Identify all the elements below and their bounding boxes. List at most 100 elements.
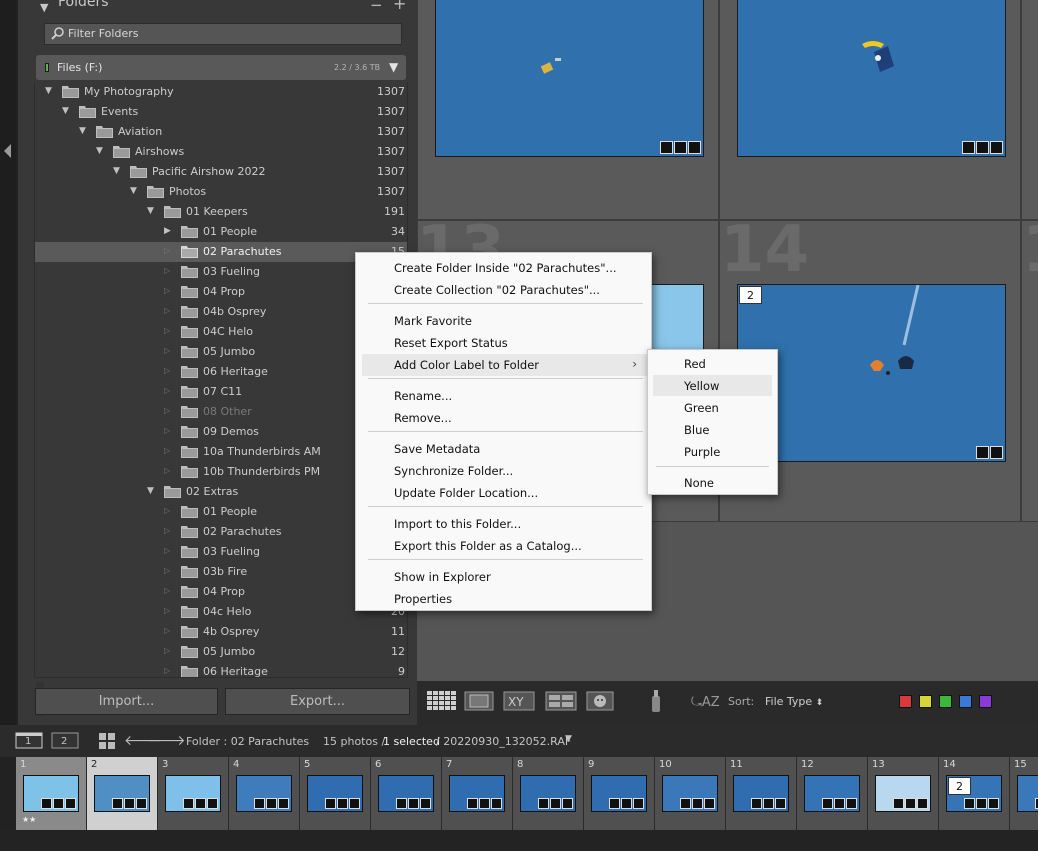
grid-view-icon[interactable]	[427, 691, 457, 711]
disclosure-triangle-icon[interactable]: ▼	[147, 486, 154, 496]
disclosure-triangle-icon[interactable]: ▼	[96, 146, 103, 156]
disclosure-triangle-icon[interactable]: ▷	[164, 286, 170, 295]
folder-row[interactable]: ▶ 01 People 34	[35, 222, 407, 242]
disclosure-triangle-icon[interactable]: ▷	[164, 506, 170, 515]
create-collection-item[interactable]: Create Collection "02 Parachutes"...	[362, 279, 647, 301]
filmstrip-thumbnail[interactable]: 3	[158, 757, 229, 830]
color-filter-purple[interactable]	[979, 695, 992, 708]
folder-row[interactable]: ▷ 02 Parachutes	[35, 522, 407, 542]
survey-view-icon[interactable]	[545, 691, 577, 711]
disclosure-triangle-icon[interactable]: ▷	[164, 446, 170, 455]
folder-row[interactable]: ▷ 08 Other	[35, 402, 407, 422]
filmstrip-thumbnail[interactable]: 15	[1010, 757, 1038, 830]
remove-item[interactable]: Remove...	[362, 407, 647, 429]
synchronize-folder-item[interactable]: Synchronize Folder...	[362, 460, 647, 482]
folder-row[interactable]: ▼ Photos 1307	[35, 182, 407, 202]
export-as-catalog-item[interactable]: Export this Folder as a Catalog...	[362, 535, 647, 557]
folder-row[interactable]: ▷ 07 C11	[35, 382, 407, 402]
disclosure-triangle-icon[interactable]: ▼	[147, 206, 154, 216]
show-in-explorer-item[interactable]: Show in Explorer	[362, 566, 647, 588]
grid-cell[interactable]	[1021, 0, 1038, 220]
filmstrip-thumbnail[interactable]: 13	[868, 757, 939, 830]
remove-folder-button[interactable]: −	[370, 0, 383, 14]
disclosure-triangle-icon[interactable]: ▷	[164, 626, 170, 635]
folder-row[interactable]: ▼ Aviation 1307	[35, 122, 407, 142]
filmstrip-thumbnail[interactable]: 7	[442, 757, 513, 830]
folder-row[interactable]: ▷ 09 Demos	[35, 422, 407, 442]
sort-direction-icon[interactable]: ⤿AZ	[689, 689, 721, 713]
mark-favorite-item[interactable]: Mark Favorite	[362, 310, 647, 332]
color-label-yellow-item[interactable]: Yellow	[653, 375, 772, 396]
disclosure-triangle-icon[interactable]: ▼	[45, 86, 52, 96]
folder-row[interactable]: ▷ 03b Fire	[35, 562, 407, 582]
filter-folders-input[interactable]: Filter Folders	[44, 23, 402, 45]
folder-row[interactable]: ▷ 06 Heritage	[35, 362, 407, 382]
filmstrip-thumbnail[interactable]: 4	[229, 757, 300, 830]
disclosure-triangle-icon[interactable]: ▷	[164, 306, 170, 315]
folder-row[interactable]: ▷ 04c Helo 20	[35, 602, 407, 622]
disclosure-triangle-icon[interactable]: ▼	[79, 126, 86, 136]
disclosure-triangle-icon[interactable]: ▷	[164, 606, 170, 615]
disclosure-triangle-icon[interactable]: ▷	[164, 346, 170, 355]
people-view-icon[interactable]	[586, 691, 614, 711]
disclosure-triangle-icon[interactable]: ▷	[164, 546, 170, 555]
disclosure-triangle-icon[interactable]: ▷	[164, 266, 170, 275]
disclosure-triangle-icon[interactable]: ▷	[164, 366, 170, 375]
left-panel-edge[interactable]	[0, 0, 16, 725]
color-label-blue-item[interactable]: Blue	[653, 419, 772, 440]
disclosure-triangle-icon[interactable]: ▷	[164, 586, 170, 595]
disclosure-triangle-icon[interactable]: ▷	[164, 246, 170, 255]
properties-item[interactable]: Properties	[362, 588, 647, 610]
folder-row[interactable]: ▼ My Photography 1307	[35, 82, 407, 102]
filmstrip-thumbnail[interactable]: 2	[87, 757, 158, 830]
disclosure-triangle-icon[interactable]: ▷	[164, 466, 170, 475]
stack-count-badge[interactable]: 2	[948, 777, 971, 795]
folder-row[interactable]: ▷ 03 Fueling	[35, 542, 407, 562]
folder-row[interactable]: ▷ 05 Jumbo 12	[35, 642, 407, 662]
create-folder-inside-item[interactable]: Create Folder Inside "02 Parachutes"...	[362, 257, 647, 279]
folder-row[interactable]: ▷ 04C Helo	[35, 322, 407, 342]
volume-header[interactable]: Files (F:) 2.2 / 3.6 TB ▼	[36, 55, 406, 80]
folder-row[interactable]: ▼ 01 Keepers 191	[35, 202, 407, 222]
color-label-red-item[interactable]: Red	[653, 353, 772, 374]
folder-row[interactable]: ▷ 04b Osprey	[35, 302, 407, 322]
folder-row[interactable]: ▼ Events 1307	[35, 102, 407, 122]
compare-view-icon[interactable]: XY	[503, 691, 535, 711]
filmstrip-thumbnail[interactable]: 11	[726, 757, 797, 830]
save-metadata-item[interactable]: Save Metadata	[362, 438, 647, 460]
folder-row[interactable]: ▷ 04 Prop	[35, 582, 407, 602]
disclosure-triangle-icon[interactable]: ▼	[113, 166, 120, 176]
import-button[interactable]: Import...	[35, 688, 218, 715]
add-folder-button[interactable]: +	[393, 0, 406, 13]
folder-row[interactable]: ▷ 03 Fueling	[35, 262, 407, 282]
filmstrip-thumbnail[interactable]: 10	[655, 757, 726, 830]
filmstrip-thumbnail[interactable]: 9	[584, 757, 655, 830]
folder-row[interactable]: ▼ Airshows 1307	[35, 142, 407, 162]
color-label-green-item[interactable]: Green	[653, 397, 772, 418]
folder-row[interactable]: ▷ 05 Jumbo	[35, 342, 407, 362]
folder-row[interactable]: ▷02 Parachutes15	[35, 242, 407, 262]
folder-row[interactable]: ▷ 10b Thunderbirds PM	[35, 462, 407, 482]
color-filter-green[interactable]	[939, 695, 952, 708]
disclosure-triangle-icon[interactable]: ▷	[164, 666, 170, 675]
grid-cell[interactable]	[417, 0, 719, 220]
stack-count-badge[interactable]: 2	[739, 286, 762, 304]
disclosure-triangle-icon[interactable]: ▷	[164, 526, 170, 535]
folder-row[interactable]: ▼ Pacific Airshow 2022 1307	[35, 162, 407, 182]
grid-mode-icon[interactable]	[99, 733, 115, 749]
sort-select[interactable]: File Type ⬍	[765, 695, 823, 708]
folders-panel-header[interactable]: ▼ Folders − +	[18, 0, 417, 16]
color-filter-red[interactable]	[899, 695, 912, 708]
volume-menu-icon[interactable]: ▼	[389, 60, 398, 74]
disclosure-triangle-icon[interactable]: ▷	[164, 386, 170, 395]
folder-row[interactable]: ▷ 4b Osprey 11	[35, 622, 407, 642]
import-to-folder-item[interactable]: Import to this Folder...	[362, 513, 647, 535]
folder-row[interactable]: ▷ 06 Heritage 9	[35, 662, 407, 677]
folder-row[interactable]: ▷ 10a Thunderbirds AM	[35, 442, 407, 462]
folder-row[interactable]: ▷ 01 People	[35, 502, 407, 522]
folder-row[interactable]: ▼ 02 Extras	[35, 482, 407, 502]
folder-row[interactable]: ▷ 04 Prop	[35, 282, 407, 302]
selected-filename[interactable]: / 20220930_132052.RAF	[436, 735, 571, 748]
collapse-left-panel-icon[interactable]	[4, 144, 11, 158]
filename-menu-icon[interactable]: ▼	[565, 734, 572, 744]
